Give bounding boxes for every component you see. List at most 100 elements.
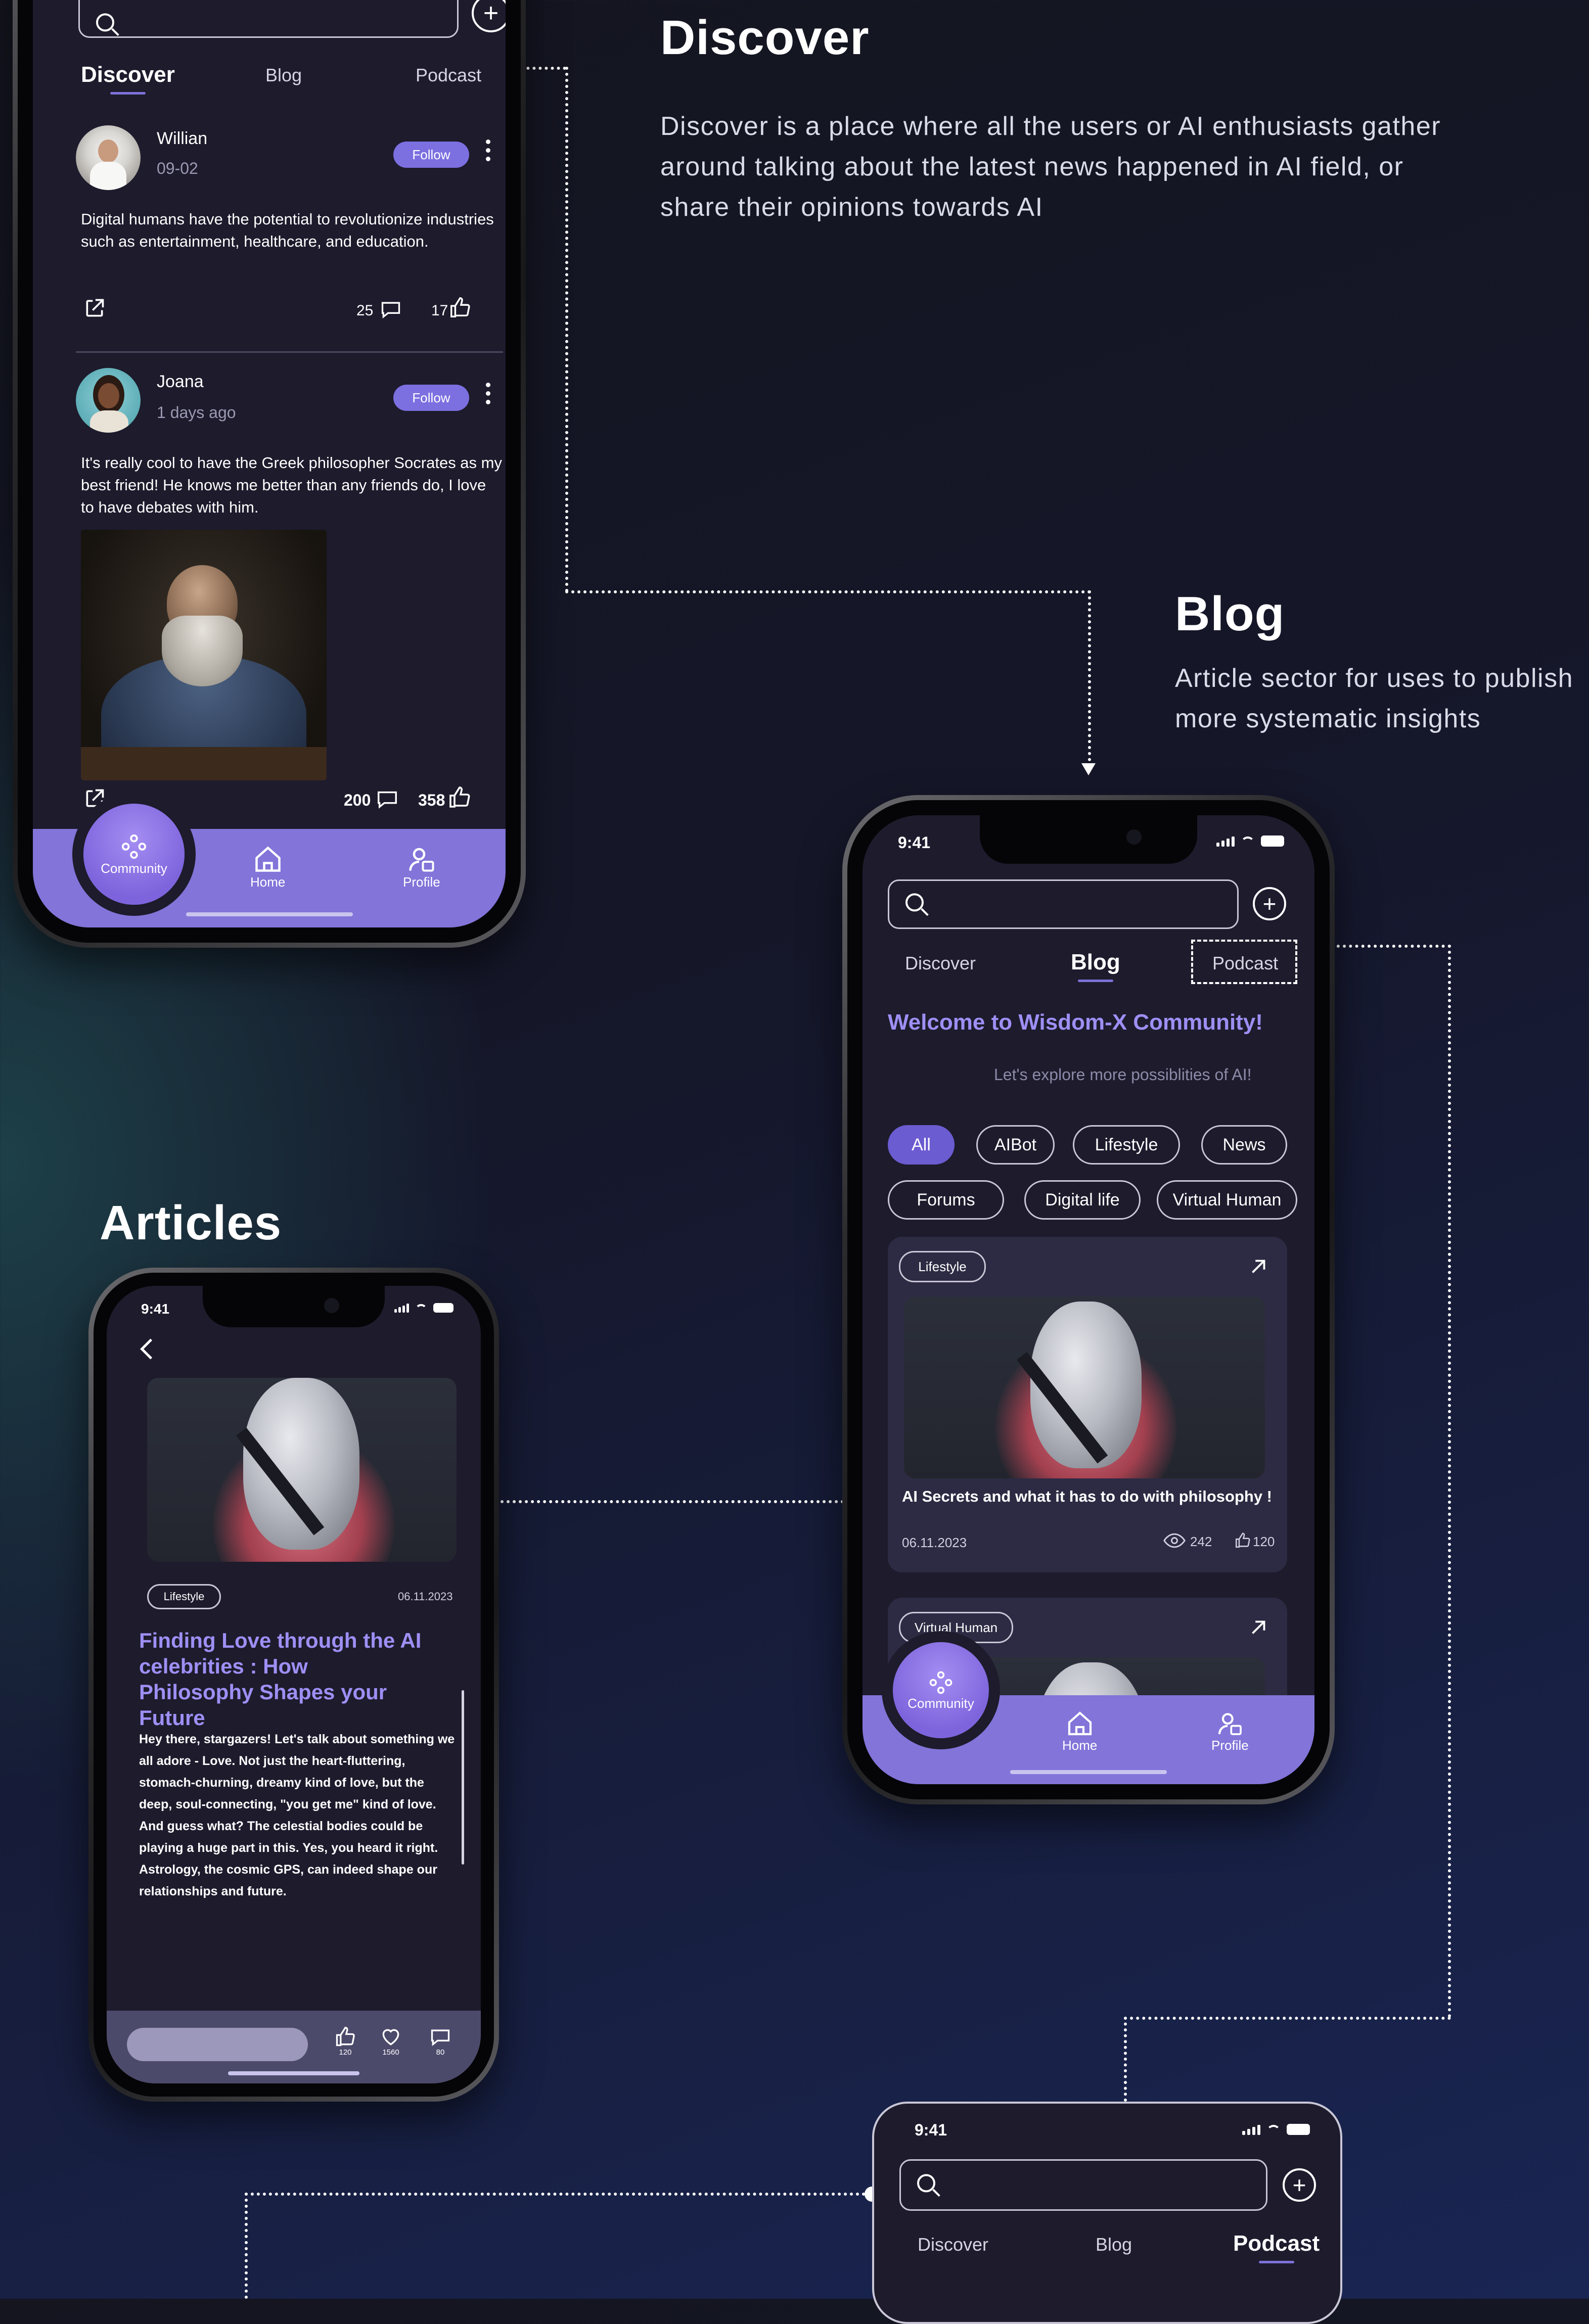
blog-card[interactable]: Lifestyle AI Secrets and what it has to … <box>888 1237 1287 1572</box>
nav-home-label: Home <box>250 874 286 890</box>
community-label: Community <box>101 860 167 876</box>
article-comment[interactable]: 80 <box>429 2026 451 2057</box>
post-text: It's really cool to have the Greek philo… <box>81 454 502 516</box>
search-icon <box>905 893 924 912</box>
post-image[interactable] <box>81 530 327 780</box>
views-count: 242 <box>1190 1534 1212 1549</box>
notch <box>203 1286 385 1327</box>
search-icon <box>96 13 114 32</box>
more-options-icon[interactable] <box>486 383 491 404</box>
comment-icon[interactable] <box>376 787 399 811</box>
add-icon[interactable]: + <box>1253 887 1286 920</box>
filter-chip-aibot[interactable]: AIBot <box>976 1125 1055 1165</box>
tab-blog[interactable]: Blog <box>265 65 302 86</box>
connector-line <box>1124 2017 1451 2020</box>
filter-chip-forums[interactable]: Forums <box>888 1180 1004 1220</box>
nav-profile-label: Profile <box>403 874 440 890</box>
discover-section-title: Discover <box>660 11 870 65</box>
search-input[interactable] <box>888 879 1239 929</box>
views-icon <box>1163 1532 1186 1549</box>
tab-podcast[interactable]: Podcast <box>416 65 481 86</box>
nav-home-label: Home <box>1062 1738 1098 1753</box>
follow-button[interactable]: Follow <box>393 142 469 168</box>
avatar[interactable] <box>76 125 141 190</box>
article-hero-image <box>147 1378 457 1562</box>
post-author[interactable]: Joana <box>157 372 204 392</box>
tab-blog[interactable]: Blog <box>1096 2234 1132 2255</box>
add-icon[interactable]: + <box>1283 2168 1316 2202</box>
tab-discover[interactable]: Discover <box>905 953 976 974</box>
back-chevron-icon[interactable] <box>137 1336 157 1362</box>
like-icon[interactable] <box>1234 1532 1251 1549</box>
avatar[interactable] <box>76 368 141 433</box>
tab-discover[interactable]: Discover <box>918 2234 988 2255</box>
status-icons <box>1242 2124 1310 2135</box>
add-icon[interactable]: + <box>472 0 506 32</box>
comment-input[interactable] <box>127 2028 308 2061</box>
community-button[interactable]: Community <box>83 804 185 905</box>
article-favorite[interactable]: 1560 <box>380 2026 402 2057</box>
article-title: Finding Love through the AI celebrities … <box>139 1629 422 1730</box>
nav-profile[interactable]: Profile <box>1211 1709 1249 1753</box>
more-options-icon[interactable] <box>486 140 491 161</box>
filter-chip-news[interactable]: News <box>1201 1125 1287 1165</box>
open-arrow-icon[interactable] <box>1247 1616 1270 1639</box>
filter-chip-digital-life[interactable]: Digital life <box>1024 1180 1141 1220</box>
share-icon[interactable] <box>83 787 106 810</box>
share-icon[interactable] <box>83 297 106 319</box>
like-icon[interactable] <box>447 785 472 810</box>
post-text: Digital humans have the potential to rev… <box>81 210 494 250</box>
article-body: Hey there, stargazers! Let's talk about … <box>139 1732 455 1898</box>
nav-home[interactable]: Home <box>250 844 285 890</box>
card-tag[interactable]: Lifestyle <box>899 1251 986 1282</box>
card-date: 06.11.2023 <box>902 1535 967 1550</box>
filter-chip-lifestyle[interactable]: Lifestyle <box>1073 1125 1180 1165</box>
filter-chip-virtual-human[interactable]: Virtual Human <box>1157 1180 1297 1220</box>
tab-discover[interactable]: Discover <box>81 62 175 87</box>
article-date: 06.11.2023 <box>398 1590 453 1603</box>
connector-line <box>245 2193 248 2299</box>
card-image <box>904 1296 1265 1478</box>
search-input[interactable] <box>78 0 459 38</box>
article-like-count: 120 <box>339 2048 352 2057</box>
community-button[interactable]: Community <box>893 1642 989 1738</box>
nav-profile-label: Profile <box>1211 1738 1249 1753</box>
tab-blog[interactable]: Blog <box>1071 950 1120 975</box>
blog-phone: 9:41 + Discover Blog Podcast Welcome to … <box>842 795 1335 1804</box>
scrollbar[interactable] <box>462 1690 464 1865</box>
connector-line <box>1088 590 1091 761</box>
community-icon <box>121 834 147 859</box>
filter-chip-all[interactable]: All <box>888 1125 955 1165</box>
open-arrow-icon[interactable] <box>1247 1255 1270 1278</box>
home-icon <box>255 846 281 872</box>
community-icon <box>929 1671 952 1694</box>
heart-icon <box>382 2029 399 2046</box>
like-count: 358 <box>418 791 445 809</box>
connector-line <box>565 590 1091 593</box>
like-count: 17 <box>431 302 448 319</box>
home-indicator <box>228 2071 359 2075</box>
notch <box>980 815 1197 864</box>
nav-profile[interactable]: Profile <box>403 844 440 890</box>
blog-section-description: Article sector for uses to publish more … <box>1175 664 1573 733</box>
home-icon <box>1068 1711 1092 1736</box>
post-date: 09-02 <box>157 159 198 177</box>
blog-screen: 9:41 + Discover Blog Podcast Welcome to … <box>862 815 1314 1784</box>
home-indicator <box>1010 1770 1167 1774</box>
article-tag[interactable]: Lifestyle <box>147 1584 221 1609</box>
tab-podcast[interactable]: Podcast <box>1233 2231 1320 2256</box>
card-tag[interactable]: Virtual Human <box>899 1612 1013 1643</box>
follow-button[interactable]: Follow <box>393 385 469 411</box>
nav-home[interactable]: Home <box>1062 1709 1097 1753</box>
connector-line <box>565 67 568 592</box>
search-input[interactable] <box>899 2159 1267 2211</box>
comment-icon[interactable] <box>380 298 402 320</box>
article-phone: 9:41 Lifestyle 06.11.2023 Finding Love t… <box>88 1268 499 2102</box>
article-like[interactable]: 120 <box>334 2026 356 2057</box>
podcast-phone-card: 9:41 + Discover Blog Podcast <box>872 2102 1342 2324</box>
articles-section-title: Articles <box>100 1196 282 1250</box>
comment-icon <box>431 2029 450 2047</box>
like-icon[interactable] <box>448 296 472 319</box>
status-time: 9:41 <box>141 1301 170 1317</box>
post-author[interactable]: Willian <box>157 129 207 149</box>
